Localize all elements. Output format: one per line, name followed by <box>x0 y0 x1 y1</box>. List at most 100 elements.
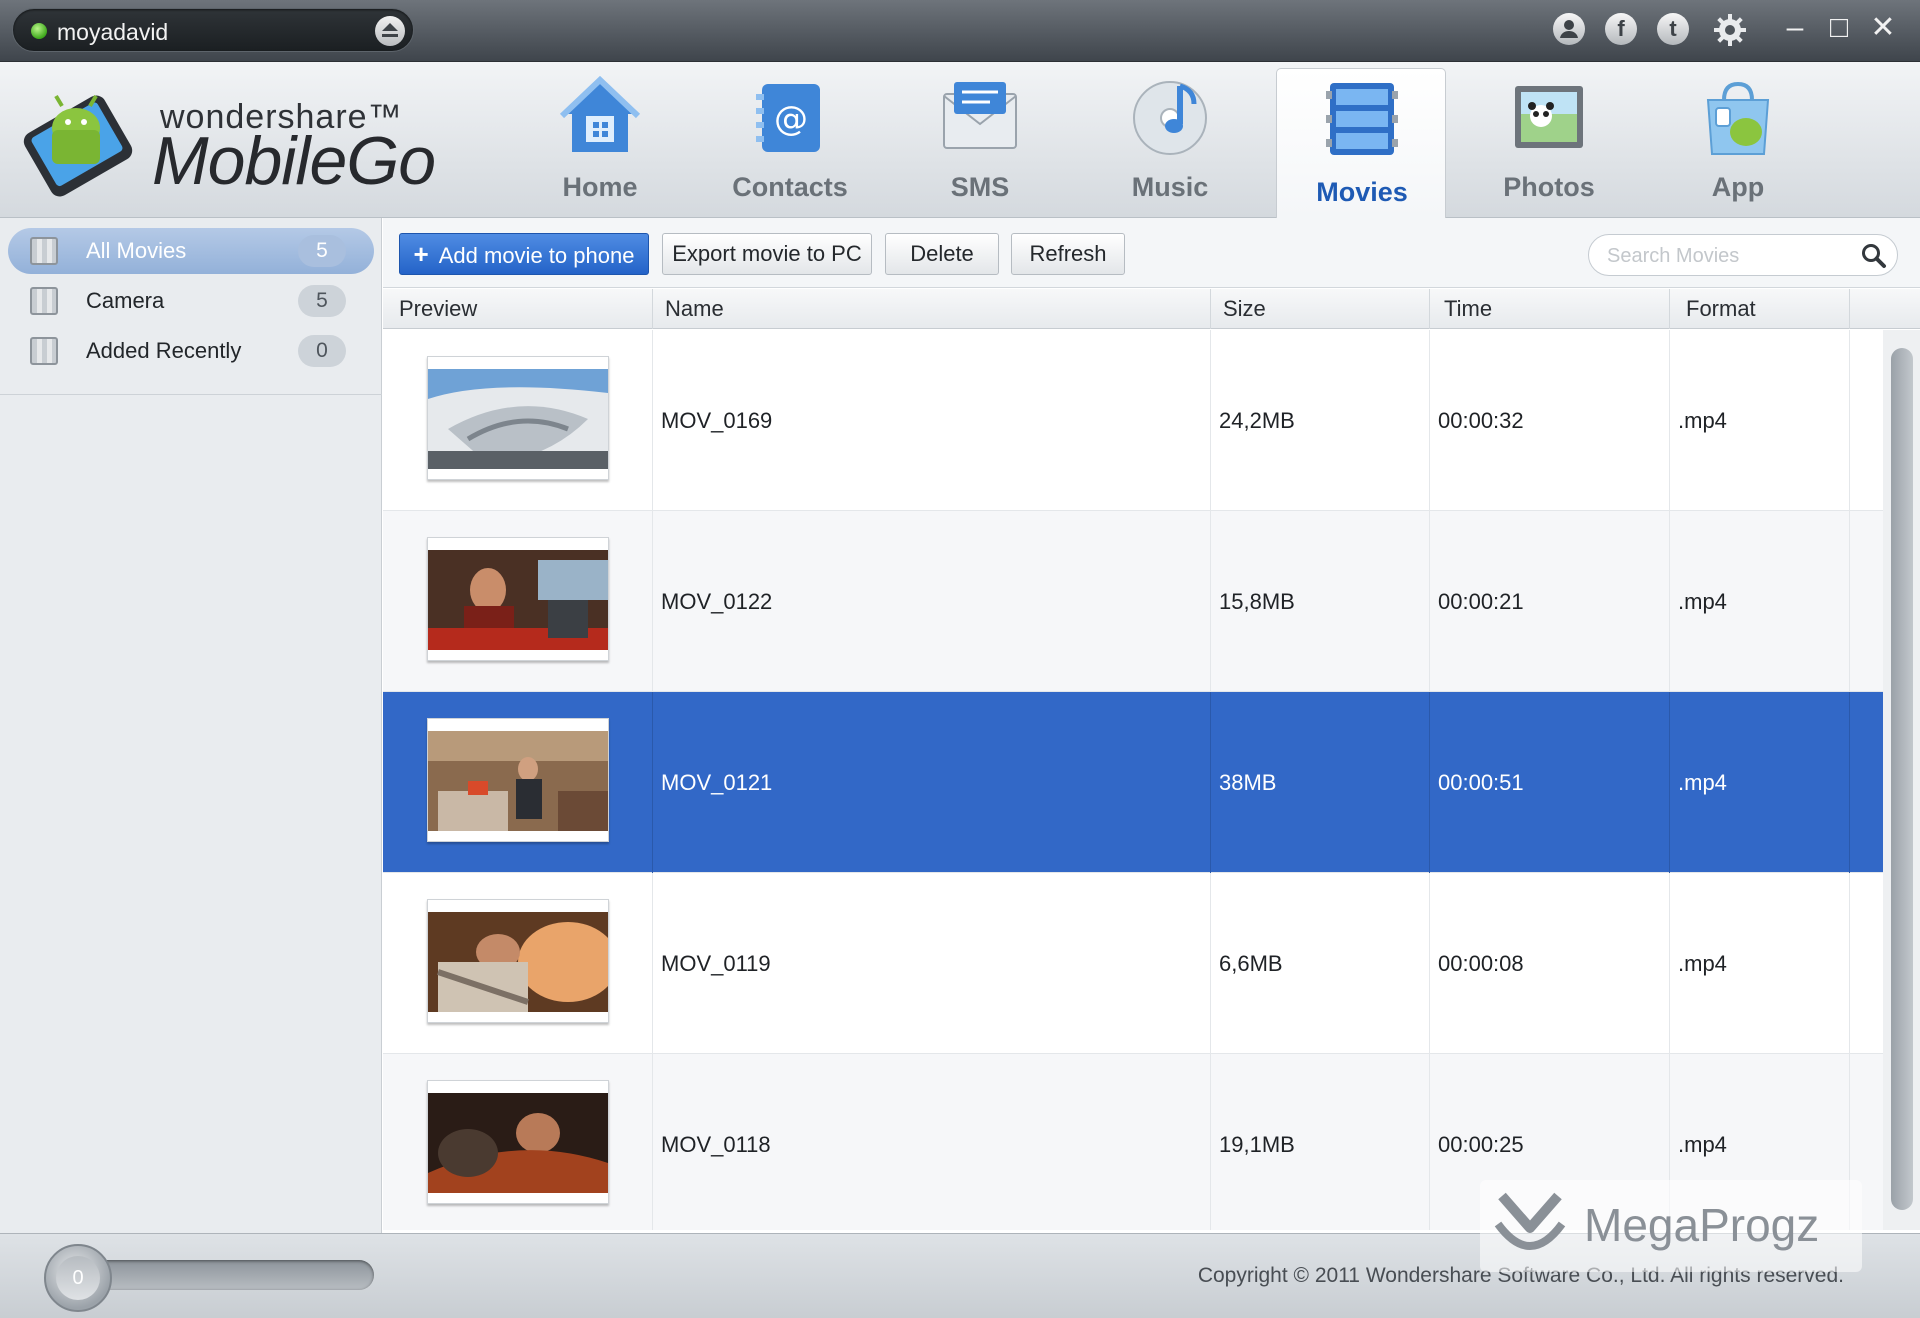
film-icon <box>1322 77 1402 159</box>
house-icon <box>559 75 641 158</box>
music-disc-icon <box>1130 76 1210 158</box>
progress-value: 0 <box>56 1256 100 1300</box>
recent-film-icon <box>30 337 58 365</box>
add-movie-to-phone-button[interactable]: + Add movie to phone <box>399 233 649 275</box>
main-header: wondershare™ MobileGo Home @ Contacts SM… <box>0 62 1920 220</box>
photo-icon <box>1509 76 1589 158</box>
sidebar-item-camera[interactable]: Camera 5 <box>8 278 374 324</box>
device-name: moyadavid <box>57 19 169 45</box>
export-movie-to-pc-button[interactable]: Export movie to PC <box>662 233 872 275</box>
time-cell: 00:00:51 <box>1430 692 1670 873</box>
nav-home-label: Home <box>562 172 638 202</box>
close-button[interactable]: ✕ <box>1866 10 1900 46</box>
sidebar-item-added-recently[interactable]: Added Recently 0 <box>8 328 374 374</box>
transfer-progress-indicator: 0 <box>44 1244 112 1312</box>
account-icon[interactable] <box>1553 13 1585 45</box>
size-cell: 38MB <box>1211 692 1430 873</box>
twitter-icon[interactable]: t <box>1657 13 1689 45</box>
delete-button[interactable]: Delete <box>885 233 999 275</box>
envelope-icon <box>940 76 1020 158</box>
scrollbar-thumb[interactable] <box>1891 348 1913 1210</box>
nav-movies[interactable]: Movies <box>1276 68 1446 220</box>
table-row[interactable]: MOV_0119 6,6MB 00:00:08 .mp4 <box>383 873 1883 1054</box>
settings-gear-icon[interactable] <box>1713 13 1746 46</box>
sidebar-item-label: Added Recently <box>86 338 242 363</box>
size-cell: 24,2MB <box>1211 330 1430 511</box>
plus-icon: + <box>413 239 429 269</box>
refresh-button[interactable]: Refresh <box>1011 233 1125 275</box>
column-header-preview[interactable]: Preview <box>383 289 653 329</box>
nav-photos-label: Photos <box>1503 172 1595 202</box>
camera-film-icon <box>30 287 58 315</box>
contacts-icon: @ <box>750 76 830 158</box>
watermark-text: MegaProgz <box>1584 1199 1820 1251</box>
product-name: MobileGo <box>152 123 436 199</box>
sidebar: All Movies 5 Camera 5 Added Recently 0 <box>0 218 382 1233</box>
video-thumbnail <box>427 1080 609 1204</box>
sidebar-divider <box>0 394 382 395</box>
eject-icon[interactable] <box>375 16 405 46</box>
sidebar-item-label: Camera <box>86 288 165 313</box>
column-header-name[interactable]: Name <box>653 289 1211 329</box>
nav-photos[interactable]: Photos <box>1474 68 1624 218</box>
movie-table: MOV_0169 24,2MB 00:00:32 .mp4 MOV_0122 1… <box>383 330 1883 1230</box>
add-movie-label: Add movie to phone <box>438 243 635 268</box>
video-thumbnail <box>427 899 609 1023</box>
maximize-button[interactable]: □ <box>1822 10 1856 46</box>
name-cell: MOV_0119 <box>653 873 1211 1054</box>
preview-cell <box>383 330 653 511</box>
sidebar-item-count: 0 <box>298 335 346 367</box>
preview-cell <box>383 511 653 692</box>
svg-text:@: @ <box>774 99 808 139</box>
size-cell: 15,8MB <box>1211 511 1430 692</box>
nav-contacts-label: Contacts <box>732 172 848 202</box>
minimize-button[interactable]: – <box>1778 10 1812 46</box>
time-cell: 00:00:08 <box>1430 873 1670 1054</box>
column-header-format[interactable]: Format <box>1670 289 1850 329</box>
connection-status-icon <box>31 23 47 39</box>
size-cell: 19,1MB <box>1211 1054 1430 1230</box>
column-header-time[interactable]: Time <box>1430 289 1670 329</box>
size-cell: 6,6MB <box>1211 873 1430 1054</box>
nav-movies-label: Movies <box>1316 177 1408 207</box>
nav-contacts[interactable]: @ Contacts <box>715 68 865 218</box>
film-strip-icon <box>30 237 58 265</box>
table-header: Preview Name Size Time Format <box>383 289 1920 329</box>
time-cell: 00:00:32 <box>1430 330 1670 511</box>
device-selector[interactable]: moyadavid <box>12 8 414 52</box>
search-box <box>1588 234 1898 276</box>
video-thumbnail <box>427 537 609 661</box>
nav-sms[interactable]: SMS <box>905 68 1055 218</box>
preview-cell <box>383 692 653 873</box>
toolbar: + Add movie to phone Export movie to PC D… <box>383 218 1920 288</box>
facebook-icon[interactable]: f <box>1605 13 1637 45</box>
format-cell: .mp4 <box>1670 511 1850 692</box>
sidebar-item-count: 5 <box>298 235 346 267</box>
nav-music[interactable]: Music <box>1095 68 1245 218</box>
vertical-scrollbar[interactable] <box>1883 330 1920 1230</box>
preview-cell <box>383 1054 653 1230</box>
table-row[interactable]: MOV_0122 15,8MB 00:00:21 .mp4 <box>383 511 1883 692</box>
name-cell: MOV_0118 <box>653 1054 1211 1230</box>
nav-app[interactable]: App <box>1663 68 1813 218</box>
preview-cell <box>383 873 653 1054</box>
time-cell: 00:00:21 <box>1430 511 1670 692</box>
title-bar: moyadavid f t – □ ✕ <box>0 0 1920 62</box>
search-icon[interactable] <box>1861 243 1887 269</box>
search-input[interactable] <box>1607 242 1847 270</box>
watermark: MegaProgz <box>1480 1180 1862 1272</box>
mobilego-logo-icon <box>18 80 136 198</box>
sidebar-item-all-movies[interactable]: All Movies 5 <box>8 228 374 274</box>
megaprogz-logo-icon <box>1494 1188 1566 1260</box>
sidebar-item-label: All Movies <box>86 238 187 263</box>
sidebar-item-count: 5 <box>298 285 346 317</box>
format-cell: .mp4 <box>1670 692 1850 873</box>
nav-home[interactable]: Home <box>525 68 675 218</box>
table-row[interactable]: MOV_0169 24,2MB 00:00:32 .mp4 <box>383 330 1883 511</box>
nav-sms-label: SMS <box>950 172 1010 202</box>
nav-music-label: Music <box>1131 172 1209 202</box>
nav-app-label: App <box>1711 172 1765 202</box>
column-header-size[interactable]: Size <box>1211 289 1430 329</box>
table-row[interactable]: MOV_0121 38MB 00:00:51 .mp4 <box>383 692 1883 873</box>
format-cell: .mp4 <box>1670 330 1850 511</box>
